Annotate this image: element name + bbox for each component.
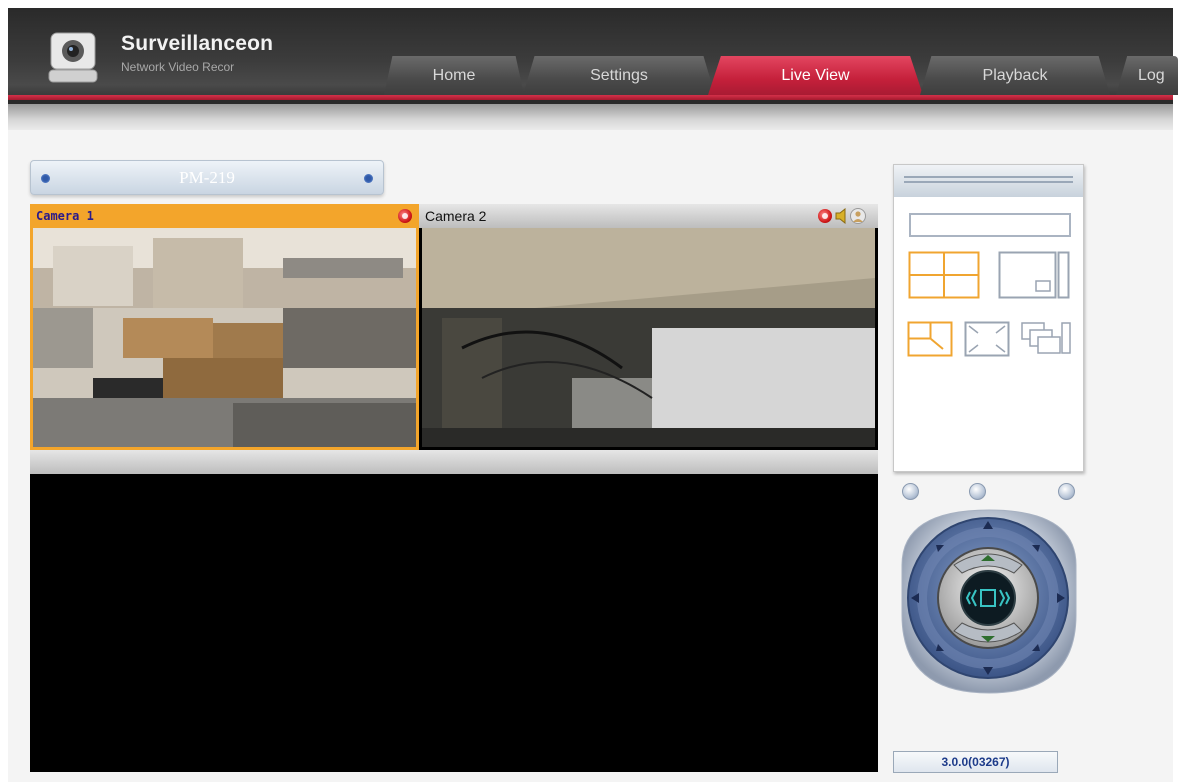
tab-log[interactable]: Log: [1116, 56, 1178, 95]
tab-label: Log: [1138, 66, 1165, 84]
camera-2-feed: [422, 228, 875, 447]
prev-group-dot-icon[interactable]: [41, 174, 50, 183]
brand-subtitle: Network Video Recor: [121, 60, 235, 74]
zoom-icon[interactable]: [907, 321, 953, 357]
camera-4-feed: [422, 474, 875, 769]
camera-1-title: Camera 1: [36, 209, 94, 223]
record-icon[interactable]: [398, 209, 412, 223]
tab-settings[interactable]: Settings: [523, 56, 715, 95]
tab-label: Live View: [781, 66, 850, 84]
fullscreen-icon[interactable]: [964, 321, 1010, 357]
tab-label: Settings: [590, 66, 648, 84]
group-name: PM-219: [179, 167, 235, 187]
camera-4-header: [419, 450, 878, 474]
camera-3-view[interactable]: [30, 450, 419, 772]
ptz-right-small-button[interactable]: [1058, 483, 1075, 500]
layout-selection-field[interactable]: [909, 213, 1071, 237]
titlebar-line: [904, 181, 1073, 183]
camera-2-title: Camera 2: [425, 208, 487, 224]
next-group-dot-icon[interactable]: [364, 174, 373, 183]
camera-2-view[interactable]: Camera 2 APR.19.09 15:43:44: [419, 204, 878, 450]
app-header: Surveillanceon Network Video Recor Home …: [8, 8, 1178, 104]
camera-logo-icon: [48, 32, 98, 83]
single-layout-icon[interactable]: [998, 251, 1070, 299]
camera-2-header: [419, 204, 878, 228]
tab-home[interactable]: Home: [384, 56, 524, 95]
header-band: [8, 104, 1173, 130]
layout-panel: [893, 164, 1084, 472]
group-selector[interactable]: PM-219: [30, 160, 384, 195]
titlebar-line: [904, 176, 1073, 178]
brand-name: Surveillanceon: [121, 32, 274, 55]
quad-layout-icon[interactable]: [908, 251, 980, 299]
ptz-home-button[interactable]: [960, 570, 1016, 626]
tab-playback[interactable]: Playback: [920, 56, 1110, 95]
person-icon[interactable]: [850, 208, 866, 224]
camera-1-feed: [33, 228, 416, 447]
record-icon[interactable]: [818, 209, 832, 223]
camera-2-image: [422, 228, 875, 447]
camera-grid: Camera 1 Camera 2 APR.: [30, 204, 878, 772]
camera-3-feed: [33, 474, 416, 769]
speaker-icon[interactable]: [835, 208, 849, 224]
layout-panel-titlebar: [894, 165, 1083, 197]
version-label: 3.0.0(03267): [893, 751, 1058, 773]
cascade-icon[interactable]: [1020, 321, 1072, 357]
tab-label: Home: [432, 66, 476, 84]
ptz-center-small-button[interactable]: [969, 483, 986, 500]
camera-3-header: [30, 450, 419, 474]
ptz-left-small-button[interactable]: [902, 483, 919, 500]
camera-1-view[interactable]: Camera 1: [30, 204, 419, 450]
camera-4-view[interactable]: [419, 450, 878, 772]
tab-label: Playback: [982, 66, 1048, 84]
camera-1-image: [33, 228, 416, 447]
ptz-control[interactable]: [892, 505, 1086, 695]
tab-live-view[interactable]: Live View: [708, 56, 923, 95]
